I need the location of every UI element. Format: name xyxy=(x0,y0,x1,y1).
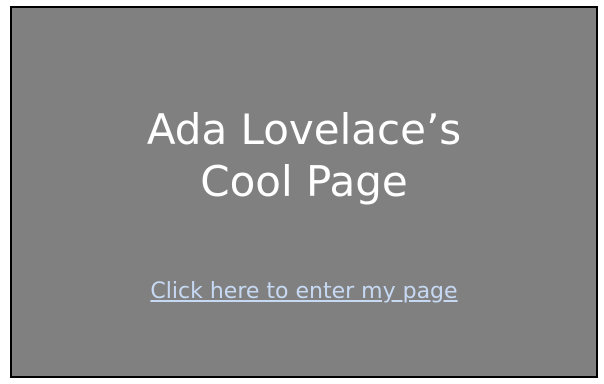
enter-link-container: Click here to enter my page xyxy=(12,278,596,306)
page-title-line-2: Cool Page xyxy=(200,157,408,206)
enter-page-link[interactable]: Click here to enter my page xyxy=(150,279,457,304)
page-title: Ada Lovelace’s Cool Page xyxy=(12,104,596,208)
page-title-line-1: Ada Lovelace’s xyxy=(146,105,462,154)
splash-panel: Ada Lovelace’s Cool Page Click here to e… xyxy=(10,6,598,378)
